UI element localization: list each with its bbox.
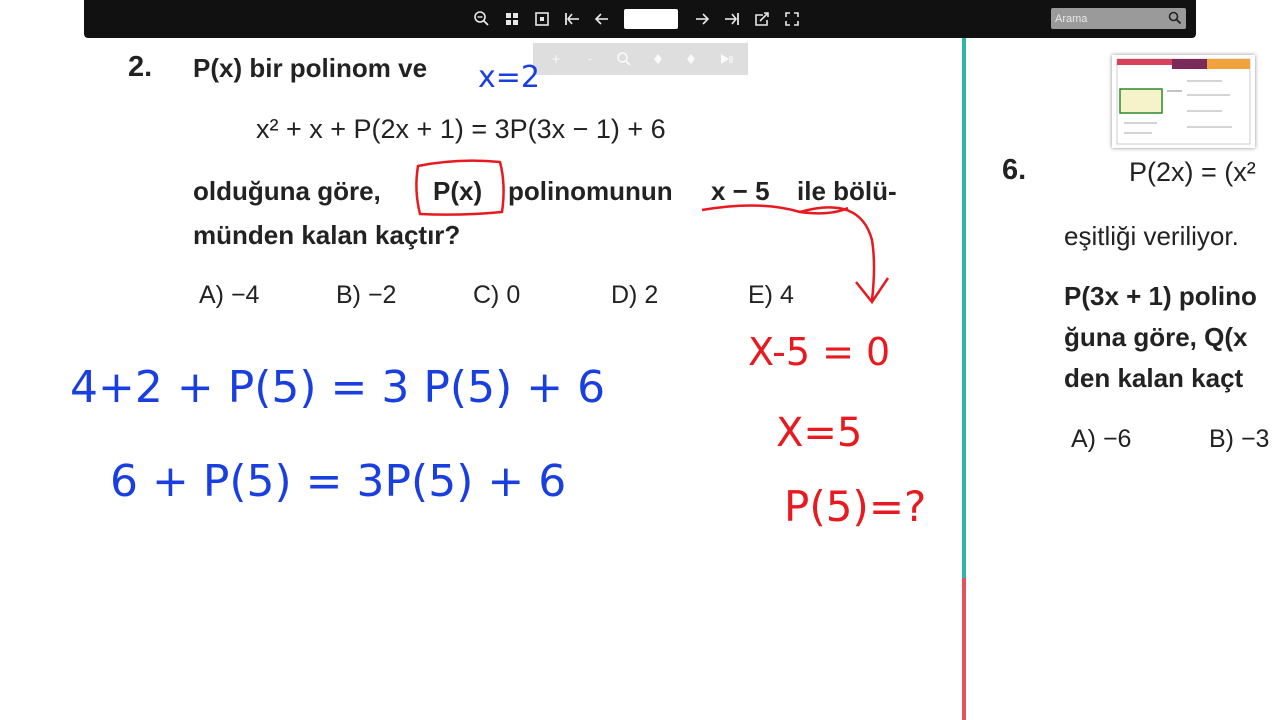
- handwritten-red-line2: X=5: [776, 410, 863, 456]
- handwritten-work-line2: 6 + P(5) = 3P(5) + 6: [110, 456, 567, 507]
- handwritten-note-x-equals-2: x=2: [478, 60, 540, 95]
- red-arrow-shaft: [799, 206, 876, 301]
- handwritten-red-line1: X-5 = 0: [748, 330, 891, 374]
- pen-annotations-layer: [415, 159, 890, 305]
- handwritten-work-line1: 4+2 + P(5) = 3 P(5) + 6: [70, 362, 606, 413]
- handwritten-red-line3: P(5)=?: [784, 482, 927, 531]
- red-box-around-px: [415, 159, 505, 216]
